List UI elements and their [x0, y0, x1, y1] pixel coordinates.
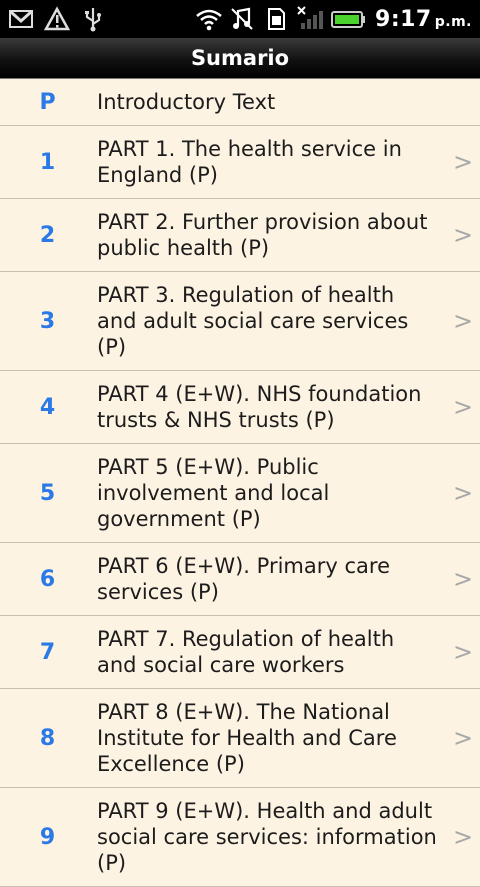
list-item-number: 2	[39, 222, 56, 248]
no-signal-icon	[297, 6, 324, 32]
list-item[interactable]: P Introductory Text	[0, 79, 480, 126]
list-item[interactable]: 1 PART 1. The health service in England (…	[0, 126, 480, 199]
list-item-number: 9	[39, 824, 56, 850]
list-item-label: Introductory Text	[97, 90, 276, 114]
chevron-right-icon: >	[452, 307, 474, 335]
list-item-label: PART 8 (E+W). The National Institute for…	[97, 700, 397, 776]
status-bar: 9:17 p.m.	[0, 0, 480, 38]
list-item[interactable]: 4 PART 4 (E+W). NHS foundation trusts & N…	[0, 371, 480, 444]
list-item[interactable]: 5 PART 5 (E+W). Public involvement and lo…	[0, 444, 480, 543]
title-bar: Sumario	[0, 38, 480, 79]
list-item-number: 4	[39, 394, 56, 420]
chevron-right-icon: >	[452, 638, 474, 666]
list-item-number: 3	[39, 308, 56, 334]
chevron-right-icon: >	[452, 565, 474, 593]
list-item-number: P	[39, 89, 56, 115]
contents-list: P Introductory Text 1 PART 1. The health se…	[0, 79, 480, 887]
list-item-label: PART 4 (E+W). NHS foundation trusts & NH…	[97, 382, 422, 432]
list-item-number: 1	[39, 149, 56, 175]
list-item-label: PART 3. Regulation of health and adult s…	[97, 283, 409, 359]
usb-icon	[80, 6, 106, 32]
list-item[interactable]: 8 PART 8 (E+W). The National Institute fo…	[0, 689, 480, 788]
list-item-number: 8	[39, 725, 56, 751]
chevron-right-icon: >	[452, 221, 474, 249]
gmail-icon	[8, 6, 34, 32]
list-item-label: PART 6 (E+W). Primary care services (P)	[97, 554, 390, 604]
list-item-number: 6	[39, 566, 56, 592]
list-item-label: PART 7. Regulation of health and social …	[97, 627, 395, 677]
chevron-right-icon: >	[452, 823, 474, 851]
list-item[interactable]: 6 PART 6 (E+W). Primary care services (P)…	[0, 543, 480, 616]
list-item[interactable]: 2 PART 2. Further provision about public …	[0, 199, 480, 272]
clock-ampm: p.m.	[434, 13, 472, 30]
list-item-label: PART 1. The health service in England (P…	[97, 137, 402, 187]
chevron-right-icon: >	[452, 148, 474, 176]
list-item-label: PART 2. Further provision about public h…	[97, 210, 428, 260]
list-item[interactable]: 7 PART 7. Regulation of health and social…	[0, 616, 480, 689]
wifi-icon	[195, 6, 222, 32]
music-off-icon	[229, 6, 255, 32]
clock-time: 9:17	[375, 6, 432, 32]
battery-icon	[331, 6, 367, 32]
list-item-label: PART 5 (E+W). Public involvement and loc…	[97, 455, 330, 531]
list-item[interactable]: 3 PART 3. Regulation of health and adult …	[0, 272, 480, 371]
status-notifications	[8, 6, 106, 32]
chevron-right-icon: >	[452, 724, 474, 752]
list-item-number: 7	[39, 639, 56, 665]
status-clock: 9:17 p.m.	[375, 7, 472, 32]
list-item-label: PART 9 (E+W). Health and adult social ca…	[97, 799, 437, 875]
warning-icon	[43, 6, 71, 32]
chevron-right-icon: >	[452, 479, 474, 507]
list-item-number: 5	[39, 480, 56, 506]
chevron-right-icon: >	[452, 393, 474, 421]
page-title: Sumario	[190, 46, 290, 70]
list-item[interactable]: 9 PART 9 (E+W). Health and adult social c…	[0, 788, 480, 887]
sim-card-icon	[263, 6, 289, 32]
